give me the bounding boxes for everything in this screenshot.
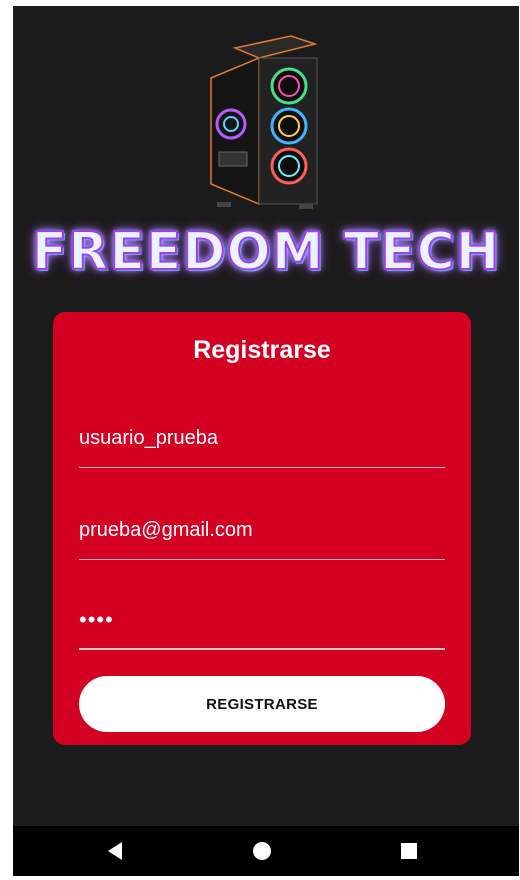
username-field[interactable] [79,416,445,460]
home-button[interactable] [232,826,292,876]
brand-logo-text: FREEDOM TECH [31,221,501,283]
navigation-bar [13,826,519,876]
password-underline [79,648,445,650]
back-triangle-icon [108,842,122,860]
email-underline [79,559,445,560]
username-field-wrapper [79,416,445,468]
recent-apps-square-icon [401,843,417,859]
email-field[interactable] [79,508,445,552]
register-button[interactable]: REGISTRARSE [79,676,445,732]
username-underline [79,467,445,468]
email-field-wrapper [79,508,445,560]
password-field[interactable] [79,598,445,642]
pc-case-image [210,35,318,209]
back-button[interactable] [85,826,145,876]
register-card: Registrarse REGISTRARSE [53,312,471,745]
password-field-wrapper [79,598,445,650]
home-circle-icon [253,842,271,860]
app-screen: FREEDOM TECH Registrarse REGISTRARSE [13,6,519,876]
recent-apps-button[interactable] [379,826,439,876]
register-title: Registrarse [193,336,331,364]
